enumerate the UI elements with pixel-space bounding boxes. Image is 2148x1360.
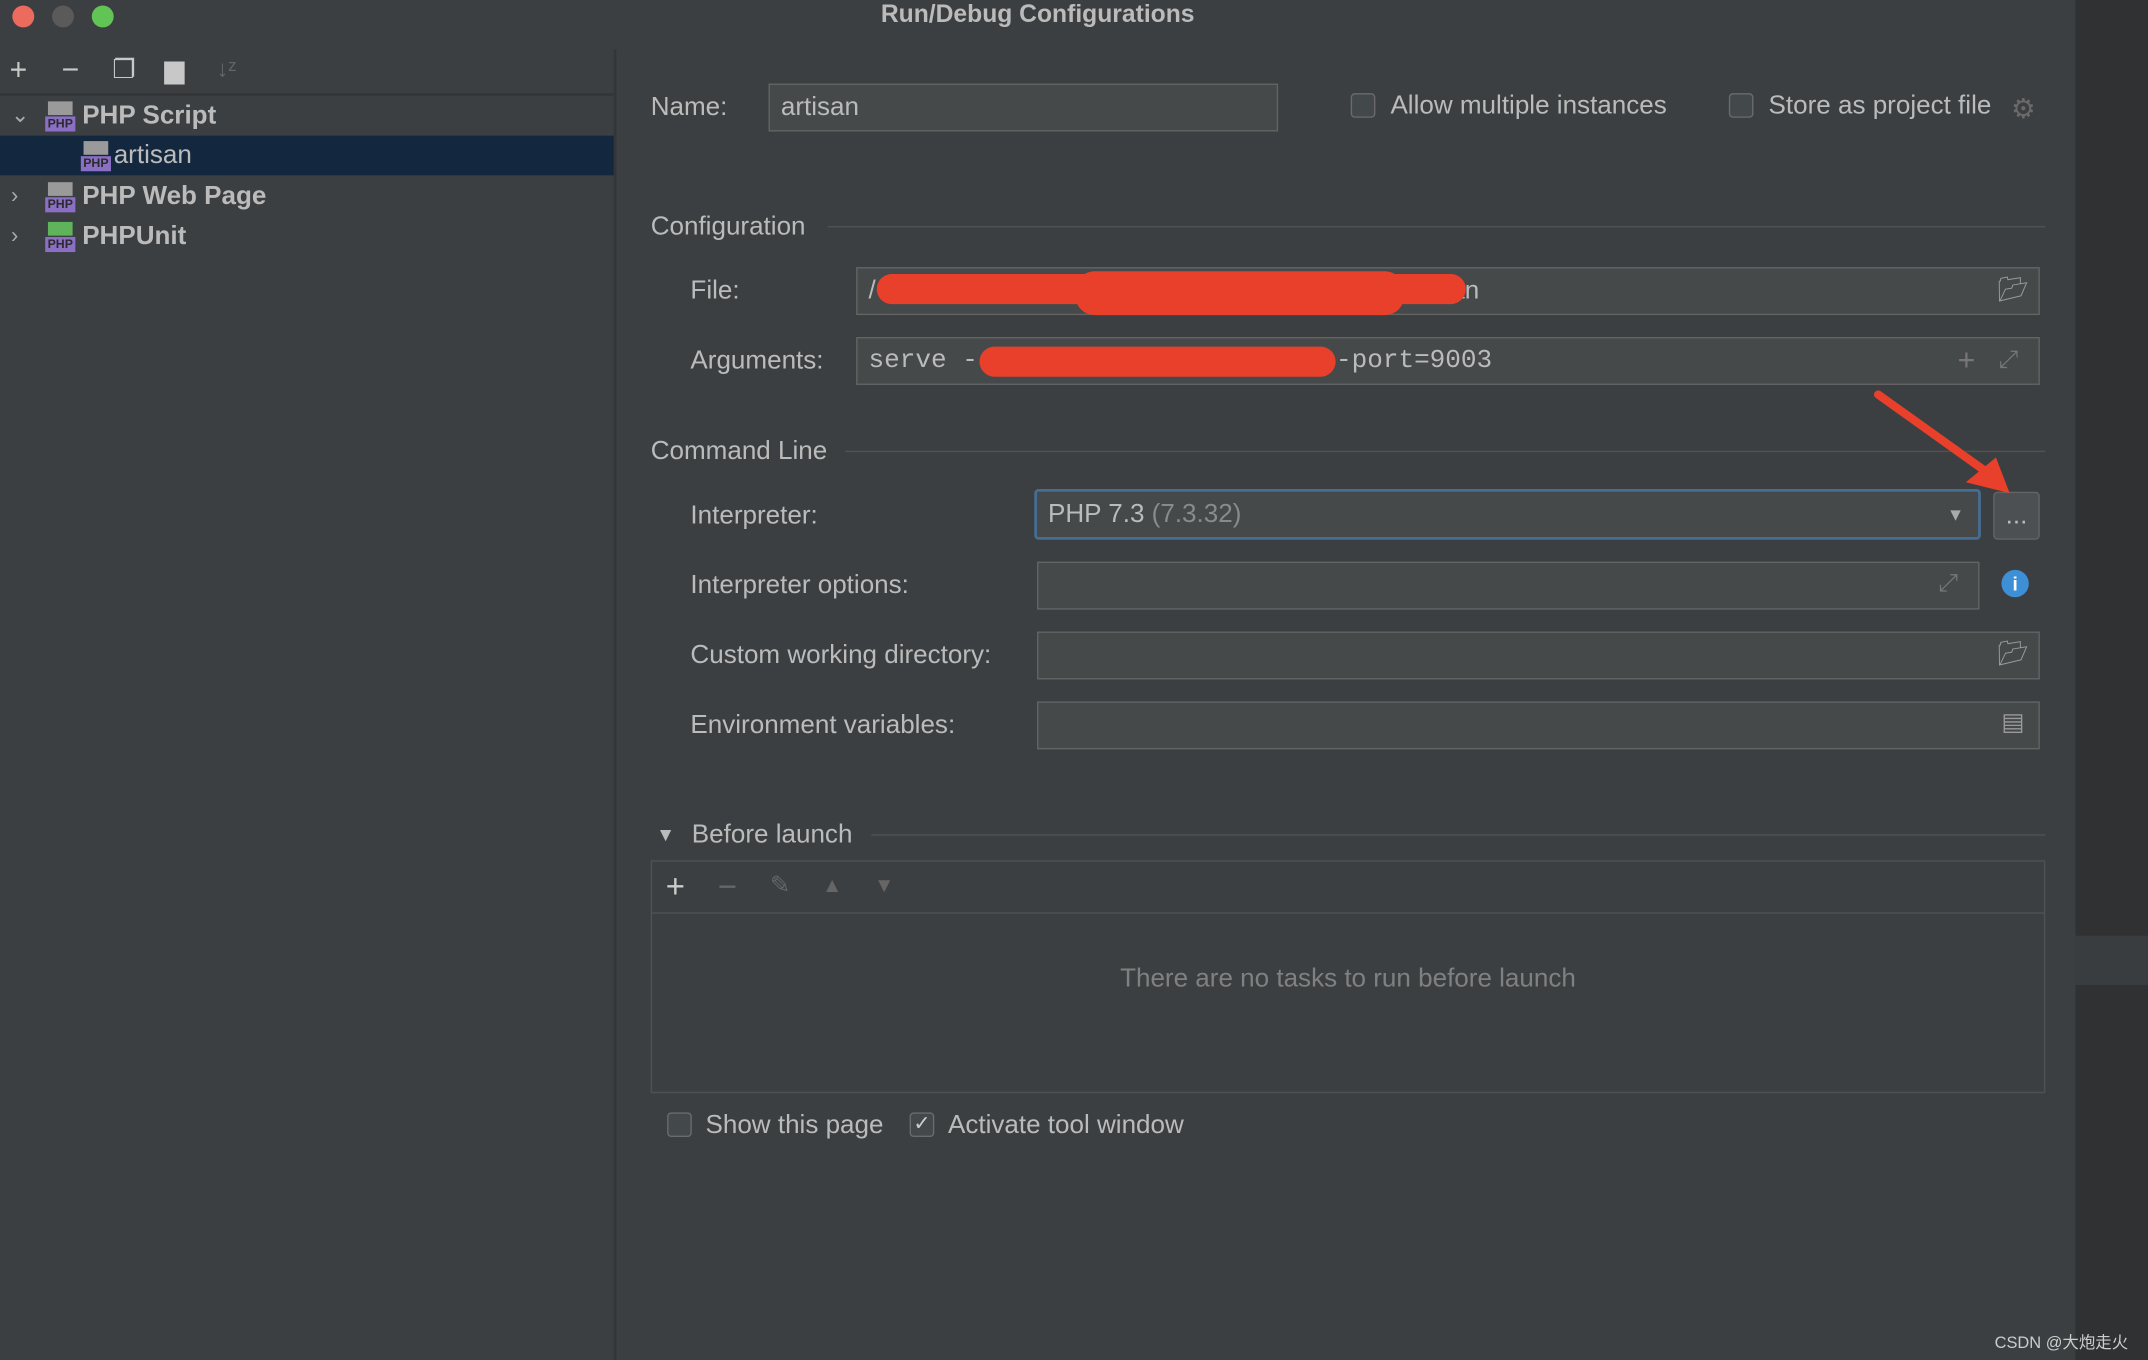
background-row — [2075, 935, 2148, 985]
background-window — [2075, 0, 2148, 1360]
chevron-right-icon[interactable]: › — [11, 216, 18, 256]
chevron-down-icon[interactable]: ⌄ — [11, 96, 29, 136]
gear-icon[interactable]: ⚙ — [2011, 92, 2036, 126]
configuration-section-title: Configuration — [650, 212, 806, 242]
store-project-checkbox[interactable] — [1728, 93, 1754, 118]
tree-item-php-script[interactable]: ⌄ PHP PHP Script — [0, 96, 614, 136]
folder-add-icon[interactable]: ▆ — [164, 55, 184, 87]
php-script-icon: PHP — [45, 101, 76, 132]
working-directory-label: Custom working directory: — [690, 641, 992, 670]
interpreter-options-label: Interpreter options: — [690, 571, 909, 601]
folder-open-icon[interactable]: 📂︎ — [1997, 275, 2028, 304]
tree-item-label: PHPUnit — [82, 221, 187, 251]
before-launch-task-list: + − ✎ ▲ ▼ There are no tasks to run befo… — [650, 860, 2046, 1094]
php-script-icon: PHP — [80, 141, 111, 172]
empty-tasks-text: There are no tasks to run before launch — [1120, 964, 1576, 994]
allow-multiple-checkbox[interactable] — [1350, 93, 1376, 118]
environment-variables-input[interactable] — [1037, 701, 2040, 750]
sort-icon[interactable]: ↓ᶻ — [216, 56, 236, 83]
window-title: Run/Debug Configurations — [880, 0, 1195, 28]
copy-icon[interactable]: ❐ — [112, 55, 135, 87]
panel-divider — [613, 49, 617, 1360]
annotation-arrow — [1874, 390, 2010, 494]
info-icon[interactable]: i — [2001, 569, 2029, 598]
interpreter-options-input[interactable] — [1037, 561, 1980, 610]
chevron-right-icon[interactable]: › — [11, 177, 18, 217]
move-down-icon[interactable]: ▼ — [874, 874, 894, 897]
arguments-value-suffix: --port=9003 — [1320, 345, 1493, 376]
plus-icon[interactable]: + — [10, 52, 28, 88]
phpunit-icon: PHP — [45, 221, 76, 253]
before-launch-title: Before launch — [691, 820, 853, 850]
tree-item-phpunit[interactable]: › PHP PHPUnit — [0, 216, 614, 256]
plus-icon[interactable]: + — [666, 869, 685, 907]
working-directory-input[interactable] — [1037, 631, 2040, 680]
expand-icon[interactable]: ⤢ — [1999, 345, 2019, 374]
minus-icon[interactable]: − — [718, 869, 737, 907]
environment-variables-label: Environment variables: — [690, 710, 956, 740]
allow-multiple-label: Allow multiple instances — [1390, 91, 1667, 121]
file-value: / — [868, 276, 876, 306]
arguments-label: Arguments: — [690, 346, 824, 376]
collapse-triangle-icon[interactable]: ▼ — [656, 823, 675, 845]
command-line-section-title: Command Line — [650, 436, 828, 466]
divider — [827, 226, 2046, 228]
move-up-icon[interactable]: ▲ — [822, 874, 842, 897]
expand-icon[interactable]: ⤢ — [1938, 569, 1958, 598]
interpreter-label: Interpreter: — [690, 501, 818, 531]
task-toolbar — [652, 862, 2044, 914]
activate-tool-window-checkbox[interactable]: ✓ — [909, 1112, 935, 1138]
run-debug-dialog: Run/Debug Configurations + − ❐ ▆ ↓ᶻ ⌄ PH… — [0, 0, 2148, 1360]
document-icon[interactable]: ▤ — [2001, 708, 2024, 737]
tree-item-label: PHP Web Page — [82, 182, 267, 211]
store-project-label: Store as project file — [1768, 91, 1992, 121]
folder-open-icon[interactable]: 📂︎ — [1997, 640, 2028, 669]
redaction-mark — [1075, 271, 1405, 316]
divider — [845, 450, 2046, 453]
arguments-value: serve - — [868, 345, 978, 376]
tree-item-php-web-page[interactable]: › PHP PHP Web Page — [0, 177, 614, 217]
name-label: Name: — [650, 93, 728, 122]
file-label: File: — [690, 276, 740, 306]
redaction-mark — [979, 346, 1336, 377]
name-input[interactable]: artisan — [768, 83, 1279, 132]
interpreter-value: PHP 7.3 — [1047, 500, 1145, 529]
interpreter-version: (7.3.32) — [1151, 500, 1242, 529]
minus-icon[interactable]: − — [62, 52, 80, 88]
divider — [871, 834, 2046, 836]
activate-tool-window-label: Activate tool window — [947, 1110, 1184, 1140]
tree-item-artisan[interactable]: PHP artisan — [0, 135, 614, 176]
edit-icon[interactable]: ✎ — [770, 871, 791, 900]
interpreter-select[interactable]: PHP 7.3 (7.3.32) ▼ — [1034, 489, 1981, 540]
plus-icon[interactable]: + — [1958, 342, 1976, 378]
show-page-label: Show this page — [705, 1110, 884, 1140]
php-web-page-icon: PHP — [45, 182, 76, 213]
tree-item-label: PHP Script — [82, 101, 217, 131]
show-page-checkbox[interactable] — [667, 1112, 692, 1138]
tree-item-label: artisan — [113, 141, 192, 170]
watermark: CSDN @大炮走火 — [1994, 1332, 2129, 1353]
